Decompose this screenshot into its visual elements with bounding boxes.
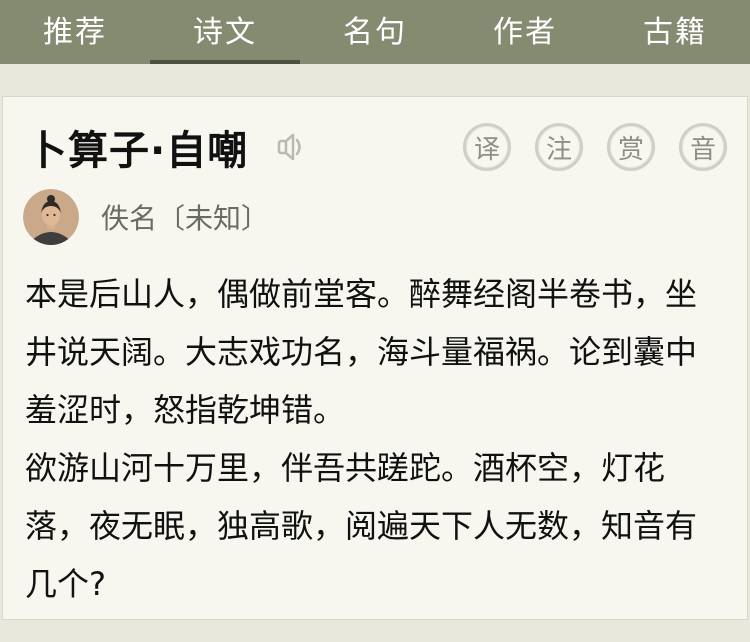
audio-button[interactable]: 音 — [679, 123, 727, 171]
tab-famous-lines[interactable]: 名句 — [300, 0, 450, 64]
author-row: 佚名〔未知〕 — [23, 189, 269, 245]
section-spacer — [0, 64, 750, 96]
poem-paragraph: 欲游山河十万里，伴吾共蹉跎。酒杯空，灯花落，夜无眠，独高歌，阅遍天下人无数，知音… — [25, 449, 698, 603]
appreciate-button[interactable]: 赏 — [607, 123, 655, 171]
poem-card: 卜算子·自嘲 译 注 赏 音 佚名〔未知〕 本是后山人，偶做前堂客。醉舞经阁半卷… — [2, 96, 748, 620]
bottom-spacer — [0, 620, 750, 642]
poem-title: 卜算子·自嘲 — [27, 128, 249, 174]
poem-paragraph: 本是后山人，偶做前堂客。醉舞经阁半卷书，坐井说天阔。大志戏功名，海斗量福祸。论到… — [25, 275, 698, 429]
author-avatar[interactable] — [23, 189, 79, 245]
tab-ancient-books[interactable]: 古籍 — [600, 0, 750, 64]
action-buttons: 译 注 赏 音 — [463, 123, 727, 171]
speaker-icon[interactable] — [270, 128, 308, 166]
author-name[interactable]: 佚名〔未知〕 — [101, 197, 269, 237]
poem-body: 本是后山人，偶做前堂客。醉舞经阁半卷书，坐井说天阔。大志戏功名，海斗量福祸。论到… — [25, 265, 725, 613]
top-nav-bar: 推荐 诗文 名句 作者 古籍 — [0, 0, 750, 64]
tab-authors[interactable]: 作者 — [450, 0, 600, 64]
annotate-button[interactable]: 注 — [535, 123, 583, 171]
translate-button[interactable]: 译 — [463, 123, 511, 171]
tab-recommend[interactable]: 推荐 — [0, 0, 150, 64]
title-row: 卜算子·自嘲 — [27, 119, 308, 175]
tab-poems[interactable]: 诗文 — [150, 0, 300, 64]
